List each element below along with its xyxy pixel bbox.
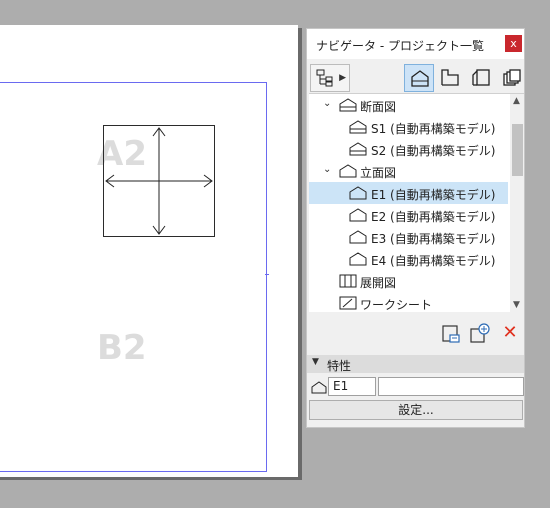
view-name-field[interactable] [378, 377, 524, 396]
project-map-icon [316, 69, 333, 87]
view-map-button[interactable] [404, 64, 434, 92]
grid-cell-label-b2: B2 [97, 328, 147, 368]
tree-label: S1 (自動再構築モデル) [371, 122, 496, 136]
tree-label: E4 (自動再構築モデル) [371, 254, 496, 268]
stack-icon [503, 69, 521, 86]
worksheet-icon [339, 296, 357, 312]
settings-button[interactable]: 設定... [309, 400, 523, 420]
move-arrows-icon [105, 127, 213, 235]
tree-scrollbar[interactable]: ▲ ▼ [510, 94, 524, 312]
elevation-view-icon [349, 186, 367, 203]
tree-label: 断面図 [360, 100, 397, 114]
view-id-field[interactable]: E1 [328, 377, 376, 396]
elevation-view-icon [349, 208, 367, 225]
drawing-canvas[interactable] [0, 25, 298, 477]
tree-item-e1[interactable]: E1 (自動再構築モデル) [309, 182, 508, 204]
section-folder-icon [339, 98, 357, 115]
elevation-folder-icon [339, 164, 357, 181]
tree-folder-sections[interactable]: ⌄ 断面図 [309, 94, 508, 116]
tree-label: S2 (自動再構築モデル) [371, 144, 496, 158]
drawing-frame[interactable] [103, 125, 215, 237]
elevation-view-icon [349, 230, 367, 247]
chevron-down-icon[interactable]: ⌄ [323, 98, 331, 109]
section-view-icon [349, 142, 367, 159]
elevation-view-icon [311, 381, 327, 397]
tree-item-s2[interactable]: S2 (自動再構築モデル) [309, 138, 508, 160]
tree-label: ワークシート [360, 298, 433, 312]
tree-label: E1 (自動再構築モデル) [371, 188, 496, 202]
section-view-icon [349, 120, 367, 137]
layout-book-button[interactable] [435, 64, 465, 92]
tree-item-s1[interactable]: S1 (自動再構築モデル) [309, 116, 508, 138]
navigator-actions: ✕ [307, 313, 524, 353]
interior-elevation-icon [339, 274, 357, 291]
tree-label: E2 (自動再構築モデル) [371, 210, 496, 224]
scroll-thumb[interactable] [512, 124, 523, 176]
properties-header[interactable]: ▼ 特性 [307, 355, 524, 373]
scroll-up-icon[interactable]: ▲ [513, 96, 520, 106]
tree-folder-interior-elevations[interactable]: 展開図 [309, 270, 508, 292]
tree-label: 展開図 [360, 276, 397, 290]
tree-folder-elevations[interactable]: ⌄ 立面図 [309, 160, 508, 182]
tree-label: 立面図 [360, 166, 397, 180]
sheet-edge-marker [265, 274, 269, 275]
properties-title: 特性 [327, 359, 352, 373]
chevron-down-icon[interactable]: ⌄ [323, 164, 331, 175]
view-tree: ⌄ 断面図 S1 (自動再構築モデル) S2 (自動再構築モデル) ⌄ 立面図 [309, 93, 524, 312]
scroll-down-icon[interactable]: ▼ [513, 300, 520, 310]
view-settings-icon [442, 325, 460, 343]
tree-item-e2[interactable]: E2 (自動再構築モデル) [309, 204, 508, 226]
view-house-icon [411, 70, 429, 87]
project-map-menu-button[interactable]: ▶ [310, 64, 350, 92]
new-view-button[interactable] [469, 323, 491, 345]
navigator-toolbar: ▶ [307, 59, 524, 93]
layout-icon [441, 69, 459, 86]
chevron-right-icon: ▶ [339, 73, 346, 83]
tree-item-e3[interactable]: E3 (自動再構築モデル) [309, 226, 508, 248]
organizer-button[interactable] [497, 64, 527, 92]
publisher-icon [472, 69, 490, 86]
close-button[interactable]: x [505, 35, 522, 52]
palette-title: ナビゲータ - プロジェクト一覧 [316, 39, 484, 53]
new-view-icon [470, 323, 490, 343]
delete-button[interactable]: ✕ [499, 323, 521, 345]
navigator-palette: ナビゲータ - プロジェクト一覧 x ▶ ⌄ 断面図 S1 (自動再構築モデル)… [306, 28, 525, 428]
tree-label: E3 (自動再構築モデル) [371, 232, 496, 246]
tree-item-e4[interactable]: E4 (自動再構築モデル) [309, 248, 508, 270]
collapse-triangle-icon[interactable]: ▼ [312, 357, 319, 367]
elevation-view-icon [349, 252, 367, 269]
view-settings-button[interactable] [440, 323, 462, 345]
publisher-sets-button[interactable] [466, 64, 496, 92]
tree-folder-worksheets[interactable]: ワークシート [309, 292, 508, 312]
palette-titlebar[interactable]: ナビゲータ - プロジェクト一覧 x [307, 29, 524, 59]
